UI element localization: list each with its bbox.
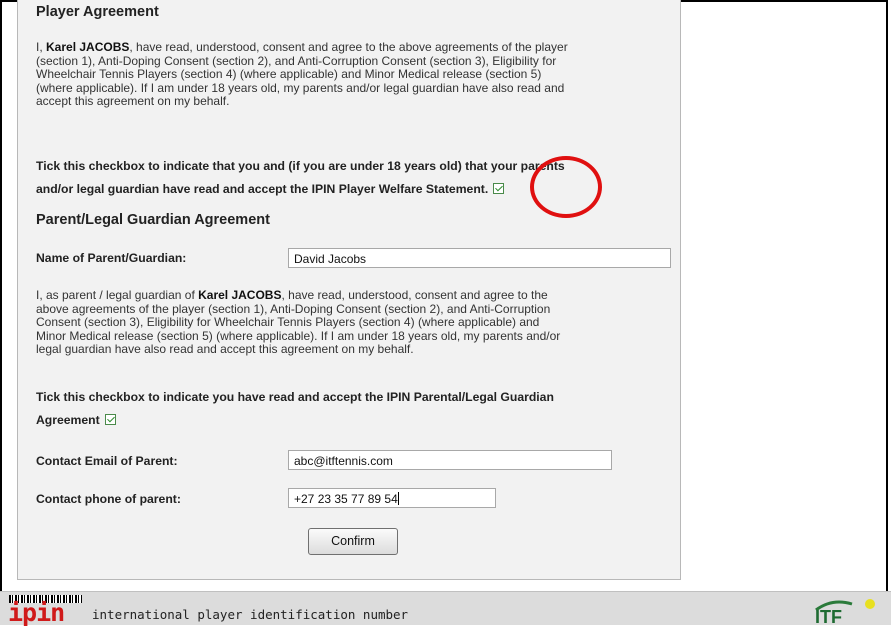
guardian-agreement-text: I, as parent / legal guardian of Karel J…: [36, 288, 561, 357]
email-label: Contact Email of Parent:: [36, 454, 178, 468]
email-field[interactable]: abc@itftennis.com: [288, 450, 612, 470]
guardian-agreement-heading: Parent/Legal Guardian Agreement: [36, 212, 270, 228]
confirm-button[interactable]: Confirm: [308, 528, 398, 555]
guardian-name-label: Name of Parent/Guardian:: [36, 251, 187, 265]
footer-tagline: international player identification numb…: [92, 607, 409, 622]
player-agreement-heading: Player Agreement: [36, 4, 159, 20]
player-name-guardian: Karel JACOBS: [198, 288, 282, 302]
phone-field[interactable]: +27 23 35 77 89 54: [288, 488, 496, 508]
player-welfare-checkbox[interactable]: [493, 183, 505, 194]
text-caret: [397, 492, 399, 505]
phone-label: Contact phone of parent:: [36, 492, 181, 506]
itf-logo: ITF: [815, 599, 875, 624]
itf-logo-text: ITF: [815, 607, 842, 624]
player-welfare-tick-text: Tick this checkbox to indicate that you …: [36, 159, 565, 196]
highlight-circle: [530, 156, 602, 218]
player-agreement-text: I, Karel JACOBS, have read, understood, …: [36, 40, 568, 109]
guardian-tick-text: Tick this checkbox to indicate you have …: [36, 390, 554, 427]
guardian-agreement-checkbox[interactable]: [104, 414, 116, 425]
player-name: Karel JACOBS: [46, 40, 130, 54]
guardian-name-field[interactable]: David Jacobs: [288, 248, 671, 268]
ipin-logo: ipin: [8, 598, 65, 627]
